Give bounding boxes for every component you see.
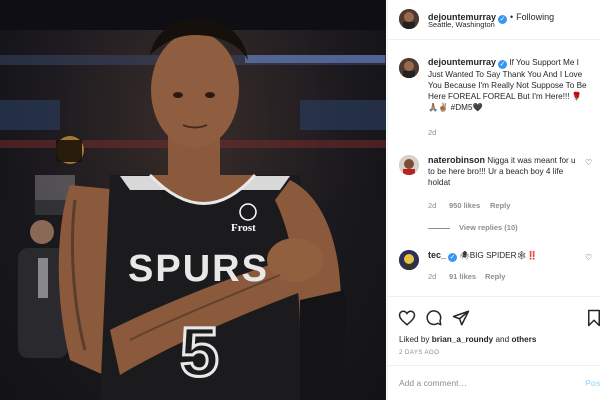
likes-others-link[interactable]: others	[511, 335, 536, 344]
verified-badge-icon: ✓	[498, 15, 508, 24]
comment-text: 🕷BIG SPIDER🕸‼️	[459, 251, 538, 260]
avatar[interactable]	[399, 58, 419, 78]
caption-username[interactable]: dejountemurray	[428, 57, 496, 67]
avatar[interactable]	[399, 155, 419, 175]
comment-time[interactable]: 2d	[428, 272, 436, 281]
comment-text-block: tec_ ✓ 🕷BIG SPIDER🕸‼️	[428, 250, 576, 262]
bookmark-icon[interactable]	[585, 309, 600, 327]
heart-icon[interactable]	[398, 309, 416, 327]
comment-like-heart-icon[interactable]: ♡	[585, 253, 592, 262]
post-location[interactable]: Seattle, Washington	[428, 20, 495, 29]
comment-time[interactable]: 2d	[428, 201, 436, 210]
comment-likes[interactable]: 91 likes	[449, 272, 476, 281]
comment-input[interactable]: Add a comment…	[399, 378, 467, 388]
comment-likes[interactable]: 950 likes	[449, 201, 480, 210]
likes-prefix: Liked by	[399, 335, 430, 344]
post-caption: dejountemurray ✓ If You Support Me I Just…	[428, 57, 588, 113]
comment-username[interactable]: tec_	[428, 250, 446, 260]
likes-summary: Liked by brian_a_roundy and others	[399, 335, 536, 344]
view-replies-line	[428, 228, 450, 229]
post-comment-button[interactable]: Post	[585, 378, 600, 388]
post-header: dejountemurray ✓ • Following Seattle, Washi…	[388, 0, 600, 40]
avatar[interactable]	[399, 9, 419, 29]
jersey-team-text: SPURS	[128, 248, 269, 290]
caption-time[interactable]: 2d	[428, 128, 436, 137]
post-actions-bar	[388, 296, 600, 356]
verified-badge-icon: ✓	[498, 60, 508, 69]
verified-badge-icon: ✓	[448, 253, 458, 262]
comment-bar: Add a comment… Post	[388, 365, 600, 400]
post-side-panel: dejountemurray ✓ • Following Seattle, Washi…	[387, 0, 600, 400]
post-timestamp[interactable]: 2 DAYS AGO	[399, 349, 439, 356]
separator-dot: •	[510, 12, 514, 22]
liked-by-user-link[interactable]: brian_a_roundy	[432, 335, 493, 344]
comment-like-heart-icon[interactable]: ♡	[585, 158, 592, 167]
following-button[interactable]: Following	[516, 12, 554, 22]
comment-reply-button[interactable]: Reply	[490, 201, 510, 210]
post-photo[interactable]: Frost SPURS 5	[0, 0, 386, 400]
comment-text-block: naterobinson Nigga it was meant for u to…	[428, 155, 576, 188]
jersey-sponsor-text: Frost	[231, 222, 256, 234]
comment-username[interactable]: naterobinson	[428, 155, 485, 165]
comment-icon[interactable]	[425, 309, 443, 327]
comment-reply-button[interactable]: Reply	[485, 272, 505, 281]
view-replies-button[interactable]: View replies (10)	[459, 223, 518, 232]
jersey-number-text: 5	[179, 312, 221, 393]
avatar[interactable]	[399, 250, 419, 270]
share-icon[interactable]	[452, 309, 470, 327]
likes-and: and	[495, 335, 510, 344]
